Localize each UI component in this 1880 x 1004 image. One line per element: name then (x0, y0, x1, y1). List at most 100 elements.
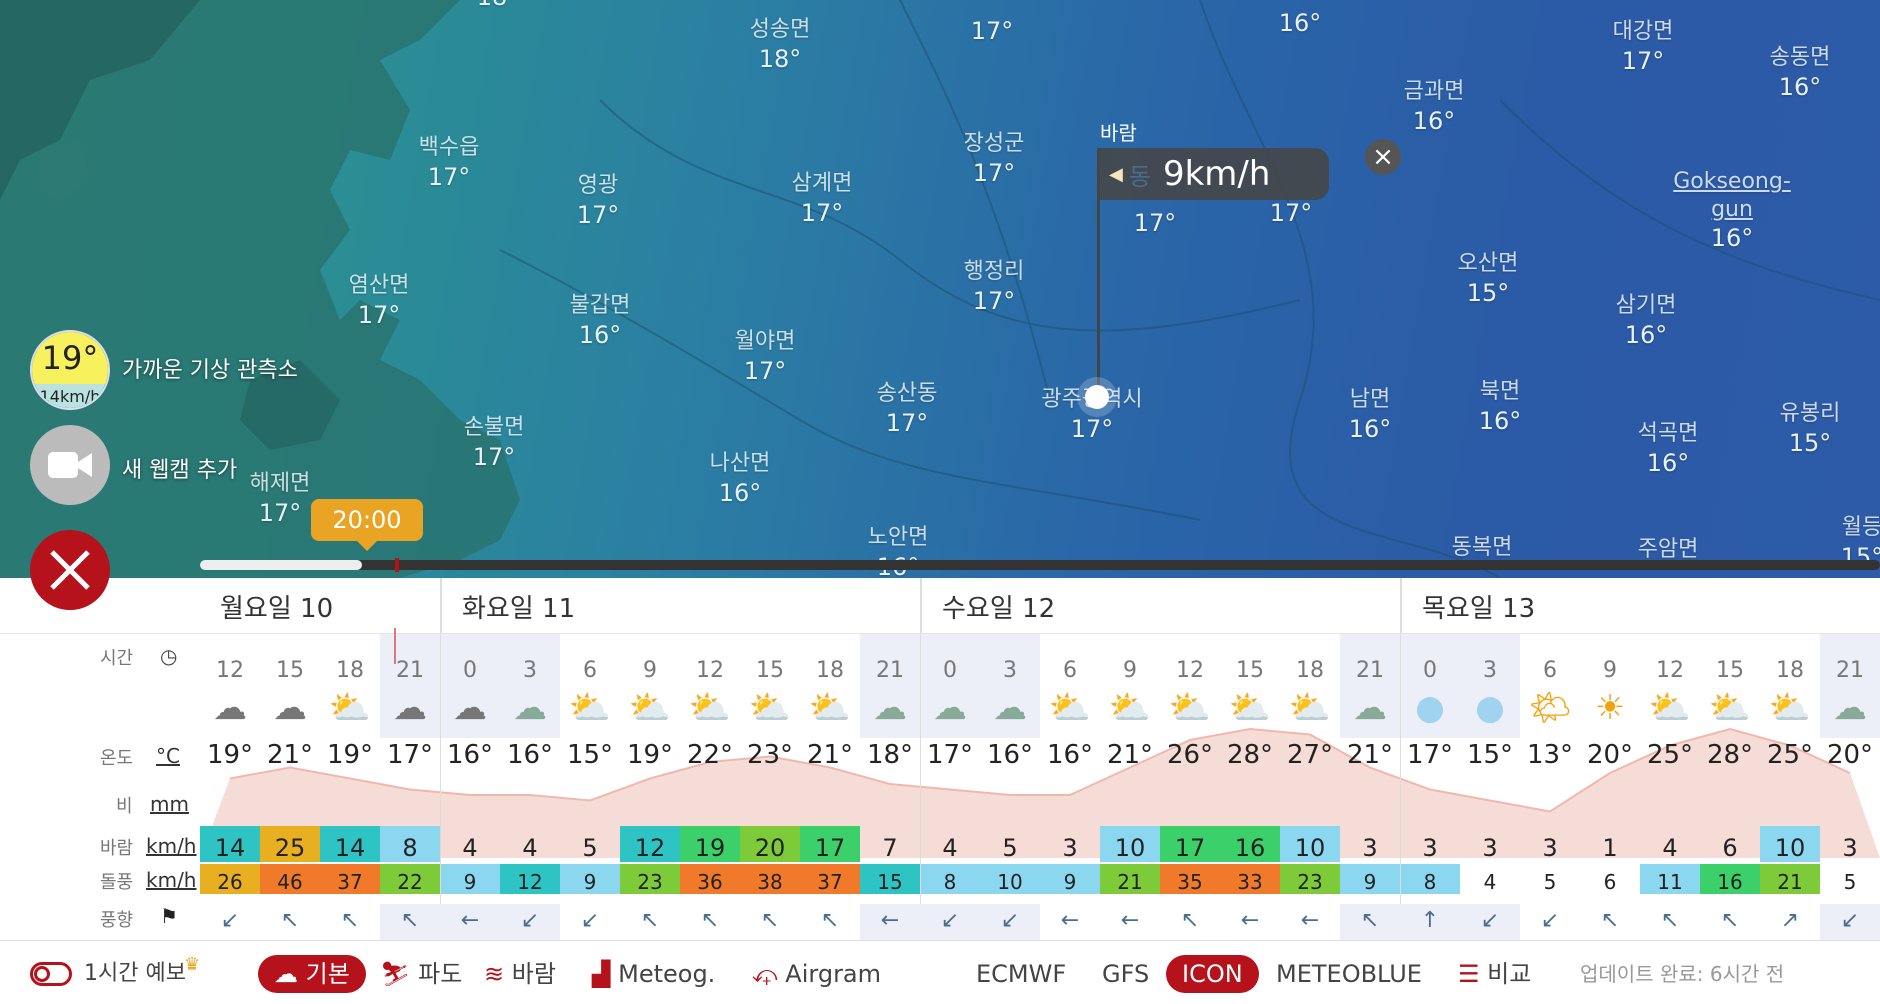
hour-label: 18 (1776, 658, 1804, 683)
compare-button[interactable]: ☰ 비교 (1458, 955, 1531, 993)
wind-value: 10 (1294, 834, 1326, 862)
tab-meteogram[interactable]: ▟ Meteog. (592, 955, 715, 993)
surfer-icon: ⛷ (380, 960, 411, 988)
day-header: 화요일 11 (441, 578, 921, 634)
model-ecmwf[interactable]: ECMWF (976, 955, 1066, 993)
place-temp: 16° (1412, 106, 1456, 135)
location-pin[interactable] (1085, 385, 1109, 409)
map-place-label[interactable]: 18° (477, 0, 520, 12)
map-place-label[interactable]: 유봉리 15° (1780, 400, 1841, 458)
wind-value: 4 (522, 834, 538, 862)
sun-cloud-icon: ☁ (274, 960, 298, 988)
wind-direction-arrow-icon: ↖ (760, 908, 780, 933)
gust-value: 6 (1603, 870, 1617, 894)
header-divider (0, 633, 1880, 634)
map-place-label[interactable]: 석곡면 16° (1638, 420, 1699, 478)
row-label-gust: 돌풍 km/h (100, 868, 197, 893)
gust-value: 8 (1423, 870, 1437, 894)
add-webcam-label[interactable]: 새 웹캠 추가 (122, 452, 237, 484)
model-meteoblue[interactable]: METEOBLUE (1276, 955, 1422, 993)
tab-airgram[interactable]: ⤽ Airgram (752, 955, 881, 993)
wind-direction-arrow-icon: ↖ (640, 908, 660, 933)
hour-label: 0 (463, 658, 477, 683)
weather-sun-cloud-icon: ⛅ (1168, 688, 1212, 728)
map-place-label[interactable]: 동복면 (1452, 534, 1513, 562)
map-place-label[interactable]: 백수읍 17° (419, 134, 480, 192)
tab-waves[interactable]: ⛷ 파도 (380, 955, 462, 993)
time-bubble[interactable]: 20:00 (311, 499, 423, 551)
wind-direction-arrow-icon: ↑ (1420, 908, 1440, 933)
place-name: 성송면 (749, 17, 811, 42)
tab-basic[interactable]: ☁ 기본 (258, 955, 366, 993)
day-divider (440, 578, 441, 904)
map-place-label[interactable]: 송산동 17° (877, 380, 938, 438)
gust-value: 5 (1543, 870, 1557, 894)
hourly-toggle[interactable]: 1시간 예보 ♛ (30, 954, 200, 993)
wind-value: 3 (1362, 834, 1378, 862)
map-place-label[interactable]: 행정리 17° (964, 258, 1025, 316)
wind-flag-icon: ⚑ (160, 904, 178, 928)
map-place-label[interactable]: 염산면 17° (349, 272, 410, 330)
wind-value: 4 (1662, 834, 1678, 862)
map-place-label[interactable]: 불갑면 16° (570, 292, 631, 350)
wind-value: 10 (1114, 834, 1146, 862)
timeline-progress (200, 560, 362, 570)
place-name: 행정리 (963, 259, 1025, 284)
temperature-value: 25° (1766, 740, 1814, 770)
close-forecast-button[interactable] (30, 530, 110, 610)
wind-tooltip[interactable]: ◀ 동 9km/h (1097, 148, 1329, 200)
map-place-label[interactable]: 오산면 15° (1458, 250, 1519, 308)
add-webcam-button[interactable] (30, 425, 110, 505)
wind-value: 14 (334, 834, 366, 862)
map-place-label[interactable]: 송동면 16° (1770, 44, 1831, 102)
map-place-label[interactable]: 17° (1134, 208, 1177, 238)
weather-sun-cloud-icon: ⛅ (808, 688, 852, 728)
nearby-station-badge[interactable]: 19° 14km/h (30, 330, 110, 410)
gust-value: 26 (217, 870, 243, 894)
gust-value: 23 (637, 870, 663, 894)
map-place-label[interactable]: 16° (1279, 8, 1322, 38)
weather-moon-cloud-icon: ☁ (993, 688, 1027, 728)
map-place-label[interactable]: 해제면 17° (250, 470, 311, 528)
map-place-label[interactable]: 북면 16° (1479, 378, 1522, 436)
map-place-label[interactable]: 나산면 16° (710, 450, 771, 508)
nearby-station-label[interactable]: 가까운 기상 관측소 (122, 352, 298, 384)
wind-value: 10 (1774, 834, 1806, 862)
place-name: 염산면 (348, 273, 410, 298)
map-place-label[interactable]: 삼계면 17° (792, 170, 853, 228)
weather-sun-cloud-icon: ⛅ (1708, 688, 1752, 728)
map-place-label[interactable]: 성송면 18° (750, 16, 811, 74)
map-place-label[interactable]: 17° (1270, 198, 1313, 228)
close-tooltip-button[interactable]: × (1365, 139, 1401, 175)
map-place-label[interactable]: 월야면 17° (735, 328, 796, 386)
wind-direction-text: 동 (1128, 162, 1151, 191)
map-place-label[interactable]: 남면 16° (1349, 386, 1392, 444)
wind-speed: 9km/h (1162, 154, 1271, 194)
place-name: 송동면 (1769, 45, 1831, 70)
hour-label: 18 (816, 658, 844, 683)
weather-moon-icon: ● (1475, 688, 1505, 728)
weather-map[interactable]: 18°성송면18°17°16°대강면17°송동면16°금과면16°백수읍17°영… (0, 0, 1880, 578)
map-place-label[interactable]: 금과면 16° (1404, 78, 1465, 136)
map-place-label[interactable]: 영광 17° (577, 172, 620, 230)
tab-wind[interactable]: ≋ 바람 (484, 955, 556, 993)
map-place-label[interactable]: 17° (971, 16, 1014, 46)
place-temp: 15° (1788, 428, 1832, 457)
map-place-label[interactable]: 손불면 17° (464, 414, 525, 472)
place-temp: 16° (1478, 406, 1522, 435)
map-place-label[interactable]: 대강면 17° (1613, 18, 1674, 76)
wind-direction-arrow-icon: ← (460, 908, 480, 933)
timeline-slider[interactable] (200, 558, 1880, 572)
map-place-label[interactable]: 장성군 17° (964, 130, 1025, 188)
toggle-switch[interactable] (30, 962, 72, 986)
model-gfs[interactable]: GFS (1102, 955, 1149, 993)
map-place-label[interactable]: Gokseong-gun 16° (1658, 168, 1806, 253)
map-place-label[interactable]: 삼기면 16° (1616, 292, 1677, 350)
model-icon[interactable]: ICON (1166, 955, 1259, 993)
wind-direction-arrow-icon: ↙ (1840, 908, 1860, 933)
hour-label: 9 (1603, 658, 1617, 683)
wind-value: 17 (814, 834, 846, 862)
wind-value: 25 (274, 834, 306, 862)
place-name: 유봉리 (1779, 401, 1841, 426)
forecast-table[interactable]: 월요일 10 화요일 11 수요일 12 목요일 13 시간 ◷ 온도 °C 비… (0, 578, 1880, 940)
